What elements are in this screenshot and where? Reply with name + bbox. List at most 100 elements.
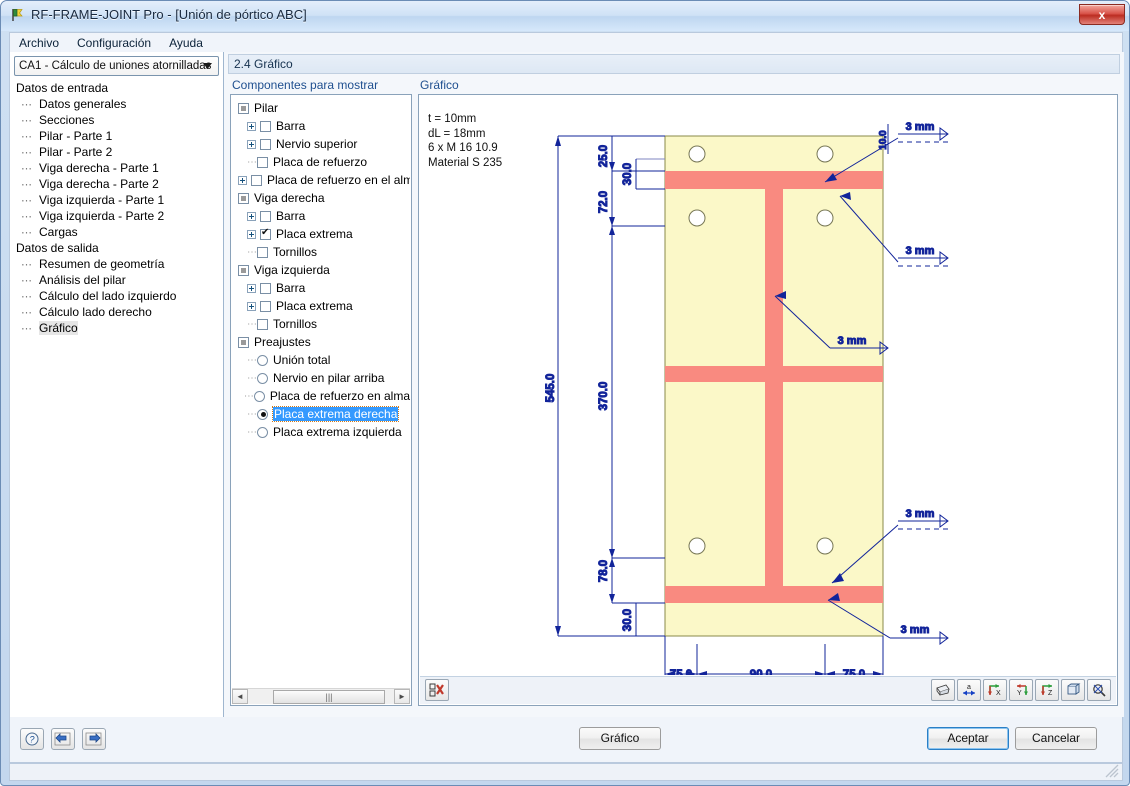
component-checkbox[interactable]: [260, 227, 271, 240]
component-row[interactable]: Barra: [232, 207, 410, 225]
group-toggle-icon[interactable]: [238, 336, 249, 348]
component-label: Viga izquierda: [254, 263, 330, 277]
nav-item-calculo-lado-derecho[interactable]: ⋯ Cálculo lado derecho: [13, 304, 220, 320]
nav-item-viga-izquierda-parte-1[interactable]: ⋯ Viga izquierda - Parte 1: [13, 192, 220, 208]
view-z-icon[interactable]: Z: [1035, 679, 1059, 701]
nav-item-label: Viga izquierda - Parte 1: [39, 193, 165, 207]
dialog-body: CA1 - Cálculo de uniones atornilladas Da…: [9, 52, 1124, 717]
cancelar-button[interactable]: Cancelar: [1015, 727, 1097, 750]
component-checkbox[interactable]: [251, 174, 262, 186]
graphic-canvas[interactable]: t = 10mm dL = 18mm 6 x M 16 10.9 Materia…: [420, 96, 1116, 675]
nav-item-viga-derecha-parte-2[interactable]: ⋯ Viga derecha - Parte 2: [13, 176, 220, 192]
component-row[interactable]: ⋯ Tornillos: [232, 243, 410, 261]
component-row[interactable]: Placa extrema: [232, 297, 410, 315]
component-radio[interactable]: [257, 372, 268, 384]
component-row[interactable]: ⋯ Unión total: [232, 351, 410, 369]
nav-item-calculo-lado-izquierdo[interactable]: ⋯ Cálculo del lado izquierdo: [13, 288, 220, 304]
aceptar-button[interactable]: Aceptar: [927, 727, 1009, 750]
isometric-view-icon[interactable]: [1061, 679, 1085, 701]
expand-plus-icon[interactable]: [247, 211, 256, 221]
nav-item-cargas[interactable]: ⋯ Cargas: [13, 224, 220, 240]
component-row[interactable]: ⋯ Placa extrema derecha: [232, 405, 410, 423]
menu-archivo[interactable]: Archivo: [10, 34, 68, 52]
component-row[interactable]: Nervio superior: [232, 135, 410, 153]
menu-configuracion[interactable]: Configuración: [68, 34, 160, 52]
components-hscrollbar[interactable]: ◄ ||| ►: [232, 688, 410, 704]
group-toggle-icon[interactable]: [238, 264, 249, 276]
component-radio[interactable]: [257, 408, 268, 420]
print-icon[interactable]: [931, 679, 955, 701]
expand-plus-icon[interactable]: [247, 229, 256, 239]
component-radio[interactable]: [253, 390, 265, 402]
component-checkbox[interactable]: [257, 246, 268, 258]
nav-item-resumen-geometria[interactable]: ⋯ Resumen de geometría: [13, 256, 220, 272]
component-label: Tornillos: [273, 317, 318, 331]
component-row[interactable]: Viga izquierda: [232, 261, 410, 279]
clear-selection-icon[interactable]: [425, 679, 449, 701]
dim-78-label: 78.0: [598, 560, 610, 582]
component-row[interactable]: ⋯ Placa extrema izquierda: [232, 423, 410, 441]
scroll-thumb[interactable]: |||: [273, 689, 385, 704]
help-icon[interactable]: ?: [20, 728, 44, 750]
nav-item-label: Viga izquierda - Parte 2: [39, 209, 165, 223]
expand-plus-icon[interactable]: [247, 121, 256, 131]
dim-25-label: 25.0: [598, 145, 610, 167]
nav-item-analisis-pilar[interactable]: ⋯ Análisis del pilar: [13, 272, 220, 288]
dimension-icon[interactable]: a: [957, 679, 981, 701]
expand-plus-icon[interactable]: [247, 139, 256, 149]
nav-item-pilar-parte-2[interactable]: ⋯ Pilar - Parte 2: [13, 144, 220, 160]
nav-item-secciones[interactable]: ⋯ Secciones: [13, 112, 220, 128]
tree-connector: ⋯: [21, 290, 32, 303]
expand-plus-icon[interactable]: [238, 175, 247, 185]
view-x-icon[interactable]: X: [983, 679, 1007, 701]
component-checkbox[interactable]: [257, 156, 268, 168]
menu-ayuda[interactable]: Ayuda: [160, 34, 212, 52]
component-row[interactable]: ⋯ Nervio en pilar arriba: [232, 369, 410, 387]
component-row[interactable]: Barra: [232, 279, 410, 297]
component-row[interactable]: Pilar: [232, 99, 410, 117]
close-button[interactable]: x: [1079, 4, 1125, 25]
component-radio[interactable]: [257, 354, 268, 366]
menu-bar: Archivo Configuración Ayuda: [9, 32, 1123, 52]
tree-connector: ⋯: [247, 426, 257, 438]
component-row[interactable]: Barra: [232, 117, 410, 135]
expand-plus-icon[interactable]: [247, 283, 256, 293]
next-icon[interactable]: [82, 728, 106, 750]
tree-connector: ⋯: [21, 114, 32, 127]
nav-item-viga-izquierda-parte-2[interactable]: ⋯ Viga izquierda - Parte 2: [13, 208, 220, 224]
group-toggle-icon[interactable]: [238, 192, 249, 204]
nav-item-grafico[interactable]: ⋯ Gráfico: [13, 320, 220, 336]
component-checkbox[interactable]: [260, 210, 271, 222]
component-radio[interactable]: [257, 426, 268, 438]
svg-text:Y: Y: [1017, 690, 1022, 697]
component-checkbox[interactable]: [257, 318, 268, 330]
zoom-reset-icon[interactable]: [1087, 679, 1111, 701]
expand-plus-icon[interactable]: [247, 301, 256, 311]
component-checkbox[interactable]: [260, 282, 271, 294]
previous-icon[interactable]: [51, 728, 75, 750]
component-checkbox[interactable]: [260, 120, 271, 132]
nav-item-viga-derecha-parte-1[interactable]: ⋯ Viga derecha - Parte 1: [13, 160, 220, 176]
component-row[interactable]: Placa de refuerzo en el alm: [232, 171, 410, 189]
scroll-left-button[interactable]: ◄: [232, 689, 248, 704]
component-row[interactable]: ⋯ Placa de refuerzo en alma: [232, 387, 410, 405]
nav-item-pilar-parte-1[interactable]: ⋯ Pilar - Parte 1: [13, 128, 220, 144]
component-row[interactable]: Preajustes: [232, 333, 410, 351]
nav-item-label: Análisis del pilar: [39, 273, 126, 287]
component-row[interactable]: ⋯ Placa de refuerzo: [232, 153, 410, 171]
grafico-button[interactable]: Gráfico: [579, 727, 661, 750]
module-select[interactable]: CA1 - Cálculo de uniones atornilladas: [14, 56, 219, 76]
resize-grip-icon[interactable]: [1105, 764, 1119, 778]
view-y-icon[interactable]: Y: [1009, 679, 1033, 701]
group-toggle-icon[interactable]: [238, 102, 249, 114]
component-label: Barra: [276, 119, 306, 133]
nav-group-salida: Datos de salida: [16, 241, 99, 255]
component-checkbox[interactable]: [260, 300, 271, 312]
component-row[interactable]: Placa extrema: [232, 225, 410, 243]
component-label: Placa de refuerzo en alma: [269, 389, 410, 403]
component-row[interactable]: Viga derecha: [232, 189, 410, 207]
nav-item-datos-generales[interactable]: ⋯ Datos generales: [13, 96, 220, 112]
component-row[interactable]: ⋯ Tornillos: [232, 315, 410, 333]
scroll-right-button[interactable]: ►: [394, 689, 410, 704]
component-checkbox[interactable]: [260, 138, 271, 150]
